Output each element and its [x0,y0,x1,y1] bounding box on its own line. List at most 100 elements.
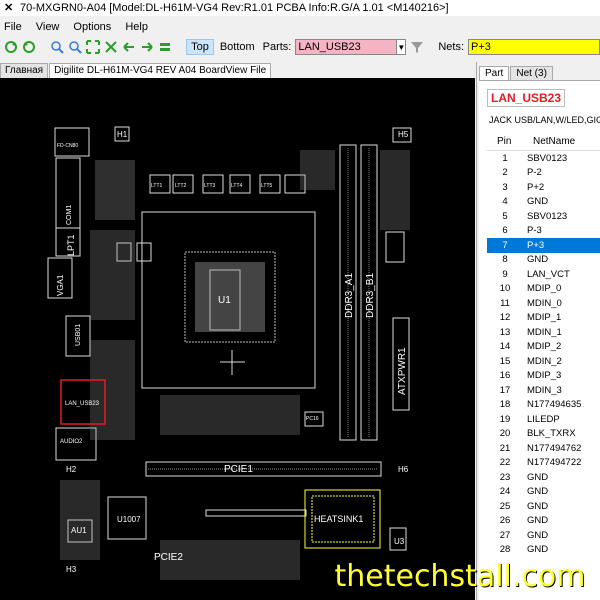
table-body: 1 SBV0123 2 P-2 3 P+2 4 GND 5 SBV0123 6 P-3 7 P+3 8 GND… [487,151,600,557]
net-name: P+3 [527,239,545,251]
label-lpt1: LPT1 [66,234,76,256]
select-icon[interactable] [104,40,118,54]
label-h1: H1 [117,130,128,139]
table-row[interactable]: 26 GND [487,514,600,529]
tab-net[interactable]: Net (3) [510,66,553,80]
net-name: MDIP_0 [527,283,562,295]
net-name: MDIN_2 [527,355,562,367]
table-row[interactable]: 11 MDIN_0 [487,296,600,311]
net-name: MDIN_3 [527,384,562,396]
label-u1007: U1007 [117,515,141,524]
col-netname[interactable]: NetName [523,136,600,147]
table-row[interactable]: 1 SBV0123 [487,151,600,166]
zoom-out-icon[interactable] [68,40,82,54]
label-ddr3a1: DDR3_A1 [344,273,355,318]
table-row[interactable]: 8 GND [487,253,600,268]
fit-icon[interactable] [86,40,101,54]
table-row[interactable]: 21 N177494762 [487,441,600,456]
label-u3: U3 [394,537,405,546]
label-audio: AUDIO2 [60,439,83,445]
pin-number: 12 [499,312,511,324]
table-row[interactable]: 16 MDIP_3 [487,369,600,384]
net-name: GND [527,471,549,483]
tab-boardview-file[interactable]: Digilite DL-H61M-VG4 REV A04 BoardView F… [49,63,272,78]
top-side-button[interactable]: Top [186,39,214,55]
net-name: GND [527,196,549,208]
label-h5: H5 [398,130,409,139]
net-name: MDIP_3 [527,370,562,382]
table-row[interactable]: 20 BLK_TXRX [487,427,600,442]
bottom-side-button[interactable]: Bottom [216,40,259,54]
filter-icon[interactable] [410,40,424,54]
table-row[interactable]: 27 GND [487,528,600,543]
net-name: P-3 [527,225,542,237]
menu-file[interactable]: File [4,21,22,33]
net-name: LILEDP [527,413,560,425]
pin-number: 21 [499,442,511,454]
table-row[interactable]: 3 P+2 [487,180,600,195]
table-row[interactable]: 17 MDIN_3 [487,383,600,398]
pin-number: 7 [502,239,508,251]
table-row[interactable]: 6 P-3 [487,224,600,239]
tab-main[interactable]: Главная [0,63,49,78]
table-row[interactable]: 14 MDIP_2 [487,340,600,355]
table-row[interactable]: 2 P-2 [487,166,600,181]
net-name: MDIN_0 [527,297,562,309]
col-pin[interactable]: Pin [487,136,523,147]
reload-icon[interactable] [22,40,36,54]
watermark: thetechstall.com [334,558,586,594]
table-row[interactable]: 7 P+3 [487,238,600,253]
refresh-icon[interactable] [4,40,18,54]
table-row[interactable]: 19 LILEDP [487,412,600,427]
pin-number: 25 [499,500,511,512]
label-vga1: VGA1 [56,274,65,296]
table-row[interactable]: 25 GND [487,499,600,514]
menu-help[interactable]: Help [125,21,148,33]
label-au1: AU1 [71,526,87,535]
table-row[interactable]: 18 N177494635 [487,398,600,413]
table-row[interactable]: 15 MDIN_2 [487,354,600,369]
pin-number: 8 [502,254,508,266]
table-row[interactable]: 9 LAN_VCT [487,267,600,282]
table-row[interactable]: 5 SBV0123 [487,209,600,224]
layers-icon[interactable] [158,40,172,54]
net-name: P+2 [527,181,545,193]
arrow-right-icon[interactable] [140,40,154,54]
table-row[interactable]: 13 MDIN_1 [487,325,600,340]
table-row[interactable]: 24 GND [487,485,600,500]
label-ltt3: LTT3 [204,183,216,189]
net-name: SBV0123 [527,210,568,222]
pin-number: 18 [499,399,511,411]
pin-number: 17 [499,384,511,396]
parts-search-input[interactable] [295,39,398,55]
net-name: BLK_TXRX [527,428,576,440]
net-name: LAN_VCT [527,268,570,280]
table-row[interactable]: 23 GND [487,470,600,485]
net-name: GND [527,529,549,541]
boardview-canvas[interactable]: H1 H5 H2 H6 H3 LAN_USB23 AUDIO2 U1 U1007… [0,78,475,600]
zoom-in-icon[interactable] [50,40,64,54]
net-name: GND [527,254,549,266]
menu-view[interactable]: View [36,21,60,33]
tab-part[interactable]: Part [479,66,510,80]
net-name: GND [527,486,549,498]
menu-options[interactable]: Options [73,21,111,33]
pin-number: 3 [502,181,508,193]
label-ltt4: LTT4 [231,183,243,189]
pin-number: 23 [499,471,511,483]
document-tabs: Главная Digilite DL-H61M-VG4 REV A04 Boa… [0,62,475,78]
pin-number: 24 [499,486,511,498]
table-row[interactable]: 10 MDIP_0 [487,282,600,297]
label-lan-usb23: LAN_USB23 [65,401,100,407]
label-ltt5: LTT5 [261,183,273,189]
nets-search-input[interactable] [468,39,600,55]
pin-table: Pin NetName 1 SBV0123 2 P-2 3 P+2 4 GND 5 SBV0123… [487,133,600,557]
pin-number: 1 [502,152,508,164]
table-row[interactable]: 4 GND [487,195,600,210]
pin-number: 9 [502,268,508,280]
arrow-left-icon[interactable] [122,40,136,54]
table-row[interactable]: 22 N177494722 [487,456,600,471]
chevron-down-icon[interactable]: ▼ [397,39,407,55]
table-row[interactable]: 12 MDIP_1 [487,311,600,326]
app-icon: ✕ [4,2,14,14]
